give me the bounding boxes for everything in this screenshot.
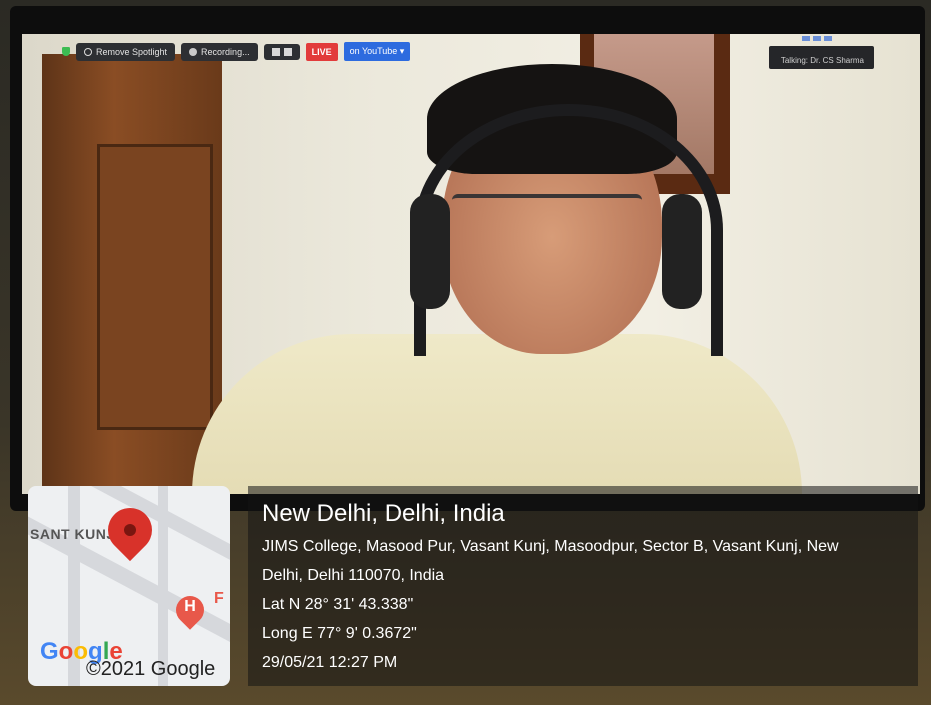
map-road (158, 486, 168, 686)
speaker-shirt (192, 334, 802, 494)
headphone-left-ear (410, 194, 450, 309)
door-panel (97, 144, 213, 430)
door (42, 54, 222, 494)
recording-label: Recording... (201, 46, 250, 57)
location-pin-dot (124, 524, 136, 536)
hospital-marker-letter: H (184, 598, 196, 615)
street-label: SANT KUNJ (30, 526, 115, 542)
google-letter: o (58, 638, 74, 665)
timestamp: 29/05/21 12:27 PM (262, 654, 398, 671)
longitude: Long E 77° 9' 0.3672" (262, 625, 417, 642)
address-line-2: Delhi, Delhi 110070, India (262, 567, 445, 584)
recording-controls (263, 43, 300, 60)
google-letter: G (40, 638, 59, 665)
zoom-video-screen: Remove Spotlight Recording... LIVE on Yo… (22, 34, 920, 494)
view-toggle[interactable] (802, 36, 832, 41)
recording-indicator: Recording... (181, 42, 258, 61)
cloud-record-icon (189, 47, 198, 56)
security-shield-icon[interactable] (62, 47, 70, 56)
map-label-fragment: F (214, 590, 224, 607)
location-city: New Delhi, Delhi, India (262, 500, 505, 527)
pin-icon (84, 47, 92, 56)
map-copyright: ©2021 Google (86, 658, 216, 680)
headphone-right-ear (662, 194, 702, 309)
remove-spotlight-label: Remove Spotlight (96, 46, 168, 57)
youtube-dropdown[interactable]: on YouTube ▾ (343, 42, 411, 61)
remove-spotlight-button[interactable]: Remove Spotlight (76, 42, 176, 61)
address-line-1: JIMS College, Masood Pur, Vasant Kunj, M… (262, 538, 839, 555)
location-map: SANT KUNJ H F Google ©2021 Google (28, 486, 230, 686)
talking-indicator: Talking: Dr. CS Sharma (768, 46, 874, 69)
pause-icon[interactable] (271, 47, 280, 56)
stop-icon[interactable] (283, 47, 292, 56)
gps-info-panel: New Delhi, Delhi, India JIMS College, Ma… (248, 486, 918, 686)
latitude: Lat N 28° 31' 43.338" (262, 596, 414, 613)
live-badge: LIVE (305, 42, 338, 61)
zoom-top-bar: Remove Spotlight Recording... LIVE on Yo… (62, 42, 411, 61)
